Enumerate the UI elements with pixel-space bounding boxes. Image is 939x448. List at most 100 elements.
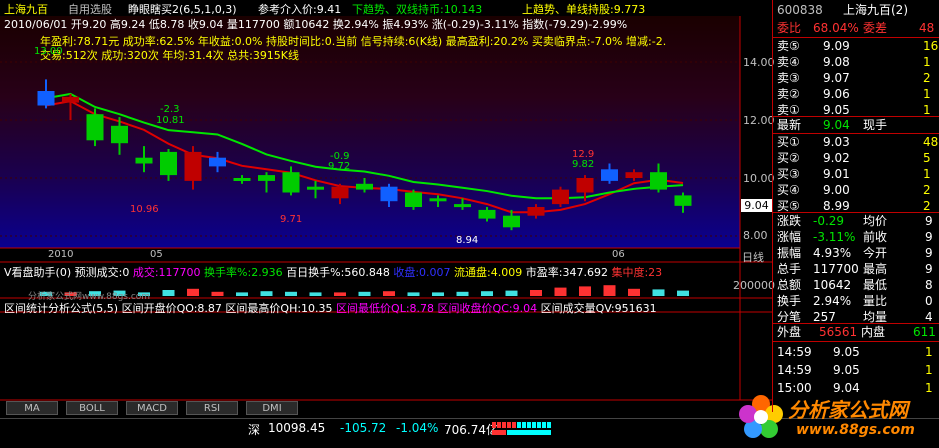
timeframe-label[interactable]: 日线 [742, 249, 764, 265]
status-index: 10098.45 [268, 421, 326, 435]
status-change: -105.72 [340, 421, 387, 435]
stat-value: 4.93% [813, 246, 852, 260]
volume-bar [628, 288, 640, 296]
tab-boll[interactable]: BOLL [66, 401, 118, 415]
stat-label: 量比 [863, 294, 888, 308]
tab-macd[interactable]: MACD [126, 401, 178, 415]
vol-turnover: 换手率%:2.936 [204, 266, 283, 279]
volume-bar [187, 288, 199, 296]
sell-volume: 2 [923, 71, 931, 85]
sell-row: 卖② 9.06 1 [773, 86, 939, 102]
indicator-tabs: MA BOLL MACD RSI DMI [0, 401, 772, 415]
volume-bar [456, 291, 469, 296]
candle-body [282, 172, 300, 193]
sell-label: 卖④ [777, 55, 800, 69]
stat-value: 10642 [813, 278, 852, 292]
candle-body [429, 198, 447, 202]
stat-label: 前收 [863, 230, 888, 244]
price-tick: 14.00 [743, 56, 775, 69]
stats-row: 涨幅 -3.11% 前收 9 [773, 229, 939, 245]
candle-body [454, 204, 471, 208]
vol-axis-value: 200000 [733, 279, 775, 292]
quote-panel: 600838 上海九百(2) 委比 68.04% 委差 48 卖⑤ 9.09 16 卖… [772, 0, 939, 412]
status-market: 深 [248, 423, 261, 437]
stat-value: 2.94% [813, 294, 852, 308]
volume-bar [407, 292, 420, 296]
stat-value: 9 [925, 246, 933, 260]
tab-ma[interactable]: MA [6, 401, 58, 415]
up-trend: 上趋势、单线持股:9.773 [522, 3, 646, 16]
stat-value: 9 [925, 214, 933, 228]
candle-body [160, 151, 177, 176]
buy-price: 9.01 [823, 167, 850, 181]
vol-float: 流通盘:4.009 [454, 266, 523, 279]
buy-label: 买① [777, 135, 800, 149]
latest-label: 最新 [777, 118, 802, 132]
volume-bar [677, 290, 689, 296]
annotation: 9.82 [572, 159, 595, 170]
volume-bar [309, 292, 322, 296]
annotation: 9.71 [280, 214, 303, 225]
info-date: 2010/06/01 [4, 18, 68, 31]
sell-price: 9.07 [823, 71, 850, 85]
stock-name: 上海九百(2) [843, 3, 908, 17]
info-turnover: 换2.94% [332, 18, 379, 31]
stat-title[interactable]: 区间统计分析公式(5,5) [4, 302, 118, 315]
stat-label: 换手 [777, 294, 802, 308]
stats-line-2: 交易:512次 成功:320次 年均:31.4次 总共:3915K线 [40, 47, 299, 63]
stat-vol: 区间成交量QV:951631 [540, 302, 657, 315]
vol-close: 收盘:0.007 [393, 266, 451, 279]
candle-body [503, 215, 520, 228]
sell-volume: 16 [923, 39, 939, 53]
tab-dmi[interactable]: DMI [246, 401, 298, 415]
volume-bar [162, 290, 175, 296]
logo-url: www.88gs.com [796, 422, 915, 438]
vol-title[interactable]: V看盘助手(0) [4, 266, 71, 279]
weicha-value: 48 [919, 21, 935, 35]
buy-label: 买③ [777, 167, 800, 181]
stat-label: 今开 [863, 246, 888, 260]
buy-price: 9.03 [823, 135, 850, 149]
tick-time: 15:00 [777, 381, 812, 395]
volume-panel-header: V看盘助手(0) 预测成交:0 成交:117700 换手率%:2.936 百日换… [4, 264, 662, 280]
tick-price: 9.04 [833, 381, 860, 395]
latest-row: 最新 9.04 现手 [773, 117, 939, 133]
candle-body [625, 172, 643, 178]
volume-bar [236, 292, 248, 296]
latest-price: 9.04 [823, 118, 850, 132]
stat-value: 8 [925, 278, 933, 292]
sell-price: 9.09 [823, 39, 850, 53]
info-open: 开9.20 [70, 18, 107, 31]
current-price-tag: 9.04 [741, 199, 772, 212]
total-klines: 总共:3915K线 [227, 49, 300, 62]
tick-time: 14:59 [777, 363, 812, 377]
candle-body [209, 157, 226, 167]
sell-volume: 1 [923, 55, 931, 69]
status-amount: 706.74亿 [444, 423, 498, 437]
sell-row: 卖③ 9.07 2 [773, 70, 939, 86]
candle-body [37, 91, 55, 106]
formula-name[interactable]: 睁眼瞎买2(6,5,1,0,3) [128, 1, 237, 17]
status-bars [492, 422, 551, 435]
candle-body [135, 157, 153, 164]
stat-high: 区间最高价QH:10.35 [225, 302, 333, 315]
sell-price: 9.06 [823, 87, 850, 101]
buy-row: 买③ 9.01 1 [773, 166, 939, 182]
tick-row: 14:59 9.05 1 [773, 344, 939, 360]
stat-value: 0 [925, 294, 933, 308]
stats-row: 总手 117700 最高 9 [773, 261, 939, 277]
status-pct: -1.04% [396, 421, 439, 435]
stat-close: 区间收盘价QC:9.04 [437, 302, 538, 315]
info-close: 收9.04 [187, 18, 224, 31]
stat-label: 涨幅 [777, 230, 802, 244]
candle-body [184, 151, 202, 181]
time-tick: 2010 [48, 249, 74, 260]
buy-label: 买② [777, 151, 800, 165]
menu-self-select[interactable]: 自用选股 [68, 1, 112, 17]
candle-body [331, 186, 349, 199]
tab-rsi[interactable]: RSI [186, 401, 238, 415]
tick-price: 9.05 [833, 345, 860, 359]
volume-bar [334, 292, 346, 296]
tick-time: 14:59 [777, 345, 812, 359]
quote-header: 600838 上海九百(2) [773, 2, 939, 18]
